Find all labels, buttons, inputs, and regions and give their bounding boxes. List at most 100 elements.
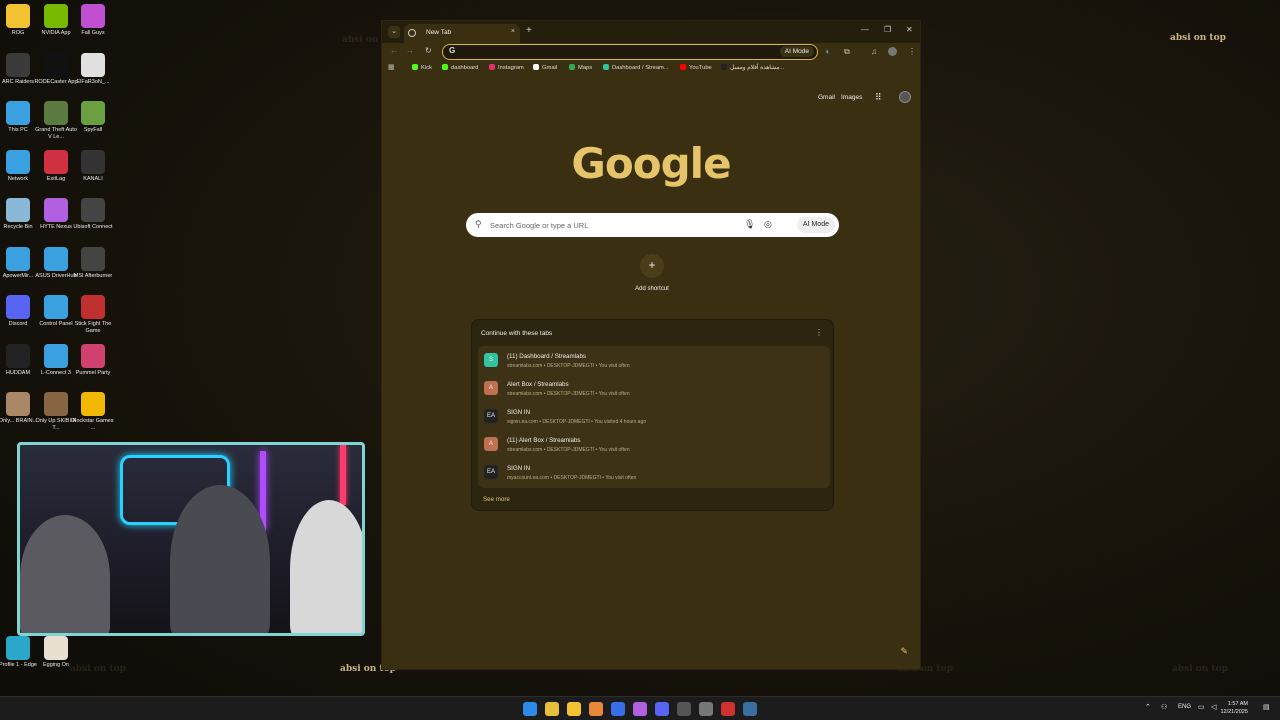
app-icon xyxy=(44,343,68,368)
taskbar-app-hyte-icon[interactable] xyxy=(633,702,647,716)
desktop-icon[interactable]: Pummel Party xyxy=(71,343,115,377)
bookmark-label: YouTube xyxy=(689,65,712,71)
tab-close-icon[interactable]: × xyxy=(511,28,515,35)
lens-camera-icon[interactable]: ◎ xyxy=(764,219,772,230)
customize-pencil-icon[interactable]: ✎ xyxy=(900,646,908,657)
tab-strip: ⌄ New Tab × + — ❐ ✕ xyxy=(382,21,920,43)
omnibox-ai-mode-button[interactable]: AI Mode xyxy=(779,46,814,57)
continue-tab-row[interactable]: EA SIGN IN myaccount.ea.com • DESKTOP-JDME… xyxy=(478,458,830,486)
bookmark-item[interactable]: dashboard xyxy=(442,64,478,71)
bookmark-favicon-icon xyxy=(569,64,575,70)
app-icon xyxy=(44,636,68,660)
tab-search-button[interactable]: ⌄ xyxy=(388,26,400,38)
bookmark-item[interactable]: مشاهدة أفلام ومسل... xyxy=(721,64,784,71)
bookmark-item[interactable]: Maps xyxy=(569,64,592,71)
desktop-icon[interactable]: SpyFall xyxy=(71,101,115,134)
tray-chevron-icon[interactable]: ⌃ xyxy=(1145,703,1151,711)
app-icon xyxy=(44,198,68,222)
maximize-button[interactable]: ❐ xyxy=(884,25,891,34)
bookmark-item[interactable]: YouTube xyxy=(680,64,712,71)
app-icon xyxy=(81,246,105,271)
see-more-link[interactable]: See more xyxy=(483,496,510,503)
bookmark-item[interactable]: Gmail xyxy=(533,64,557,71)
volume-icon[interactable]: ◁ xyxy=(1211,703,1216,711)
taskbar-app-blue-icon[interactable] xyxy=(611,702,625,716)
gmail-link[interactable]: Gmail xyxy=(818,94,835,101)
microphone-icon[interactable]: 🎙 xyxy=(744,219,755,230)
taskbar-chrome-icon[interactable] xyxy=(545,702,559,716)
bookmark-label: Instagram xyxy=(498,65,524,71)
app-icon xyxy=(6,52,30,77)
account-avatar[interactable] xyxy=(899,91,911,103)
streamer-left xyxy=(20,515,110,633)
desktop-icon-label: Rockstar Games ... xyxy=(72,418,114,431)
taskbar-app-orange-icon[interactable] xyxy=(589,702,603,716)
app-icon xyxy=(81,52,105,77)
desktop-icon[interactable]: Ubisoft Connect xyxy=(71,198,115,231)
desktop-icon[interactable]: Fall Guys xyxy=(71,4,115,37)
desktop-icon[interactable]: Rockstar Games ... xyxy=(71,392,115,432)
app-icon xyxy=(6,4,30,28)
reload-button[interactable]: ↻ xyxy=(425,46,432,55)
desktop-icon[interactable]: MSI Afterburner xyxy=(71,246,115,280)
search-box[interactable]: ⚲ 🎙 ◎ AI Mode xyxy=(466,213,839,237)
taskbar-app-red-icon[interactable] xyxy=(721,702,735,716)
search-input[interactable] xyxy=(490,219,730,231)
continue-tab-meta: myaccount.ea.com • DESKTOP-JDMEGTI • You… xyxy=(507,475,637,481)
google-apps-icon[interactable]: ⠿ xyxy=(875,92,882,103)
taskbar-start-icon[interactable] xyxy=(523,702,537,716)
images-link[interactable]: Images xyxy=(841,94,862,101)
continue-tab-row[interactable]: A Alert Box / Streamlabs streamlabs.com • … xyxy=(478,374,830,402)
search-ai-mode-button[interactable]: AI Mode xyxy=(796,217,835,233)
bookmark-item[interactable]: Kick xyxy=(412,64,432,71)
bookmark-favicon-icon xyxy=(442,64,448,70)
desktop-icon-label: SpyFall xyxy=(83,127,103,133)
continue-tab-row[interactable]: S (11) Dashboard / Streamlabs streamlabs.c… xyxy=(478,346,830,374)
address-input[interactable] xyxy=(459,46,759,58)
apps-grid-icon[interactable]: ▦ xyxy=(388,63,395,71)
profile-avatar[interactable] xyxy=(888,47,897,56)
taskbar: ⌃ ⚇ ENG ▭ ◁ 1:57 AM 12/21/2025 ▤ xyxy=(0,696,1280,720)
clock[interactable]: 1:57 AM 12/21/2025 xyxy=(1220,701,1248,716)
taskbar-app-gray-icon[interactable] xyxy=(699,702,713,716)
sound-icon[interactable]: ◗ xyxy=(825,47,830,56)
continue-tab-title: (11) Alert Box / Streamlabs xyxy=(507,437,581,444)
taskbar-file-explorer-icon[interactable] xyxy=(567,702,581,716)
address-bar[interactable]: G AI Mode xyxy=(442,44,818,60)
continue-tab-row[interactable]: EA SIGN IN signin.ea.com • DESKTOP-JDMEGTI… xyxy=(478,402,830,430)
desktop-icon[interactable]: KANALI xyxy=(71,149,115,183)
add-shortcut-button[interactable]: + xyxy=(640,254,664,278)
browser-window: ⌄ New Tab × + — ❐ ✕ ← → ↻ G AI Mode ◗ ⧉ … xyxy=(381,20,921,670)
app-icon xyxy=(44,392,68,416)
bookmark-label: Maps xyxy=(578,65,593,71)
taskbar-discord-icon[interactable] xyxy=(655,702,669,716)
continue-tab-title: SIGN IN xyxy=(507,465,531,472)
desktop-icon[interactable]: Stick Fight The Game xyxy=(71,295,115,335)
bookmark-favicon-icon xyxy=(412,64,418,70)
taskbar-steam-icon[interactable] xyxy=(743,702,757,716)
desktop-icon[interactable]: ElFaR3oN_... xyxy=(71,52,115,86)
extensions-icon[interactable]: ⧉ xyxy=(844,47,850,57)
network-icon[interactable]: ▭ xyxy=(1198,703,1205,711)
bookmark-label: Dashboard / Stream... xyxy=(612,65,669,71)
language-indicator[interactable]: ENG xyxy=(1178,704,1191,710)
forward-button[interactable]: → xyxy=(406,46,414,55)
bookmark-item[interactable]: Instagram xyxy=(489,64,524,71)
new-tab-button[interactable]: + xyxy=(526,25,532,36)
minimize-button[interactable]: — xyxy=(861,25,869,34)
media-icon[interactable]: ♫ xyxy=(871,47,877,56)
notification-icon[interactable]: ▤ xyxy=(1263,703,1270,711)
browser-menu-icon[interactable]: ⋮ xyxy=(908,47,916,56)
window-close-button[interactable]: ✕ xyxy=(906,25,913,34)
taskbar-app-dark-icon[interactable] xyxy=(677,702,691,716)
card-menu-icon[interactable]: ⋮ xyxy=(815,328,823,337)
site-favicon-icon: S xyxy=(484,353,498,367)
add-shortcut-label[interactable]: Add shortcut xyxy=(620,286,684,292)
clock-date: 12/21/2025 xyxy=(1220,708,1248,715)
continue-tab-row[interactable]: A (11) Alert Box / Streamlabs streamlabs.c… xyxy=(478,430,830,458)
bookmark-item[interactable]: Dashboard / Stream... xyxy=(603,64,669,71)
back-button[interactable]: ← xyxy=(390,46,398,55)
app-icon xyxy=(6,198,30,222)
tray-app-icon[interactable]: ⚇ xyxy=(1161,703,1167,711)
tab-new-tab[interactable]: New Tab × xyxy=(404,24,520,43)
